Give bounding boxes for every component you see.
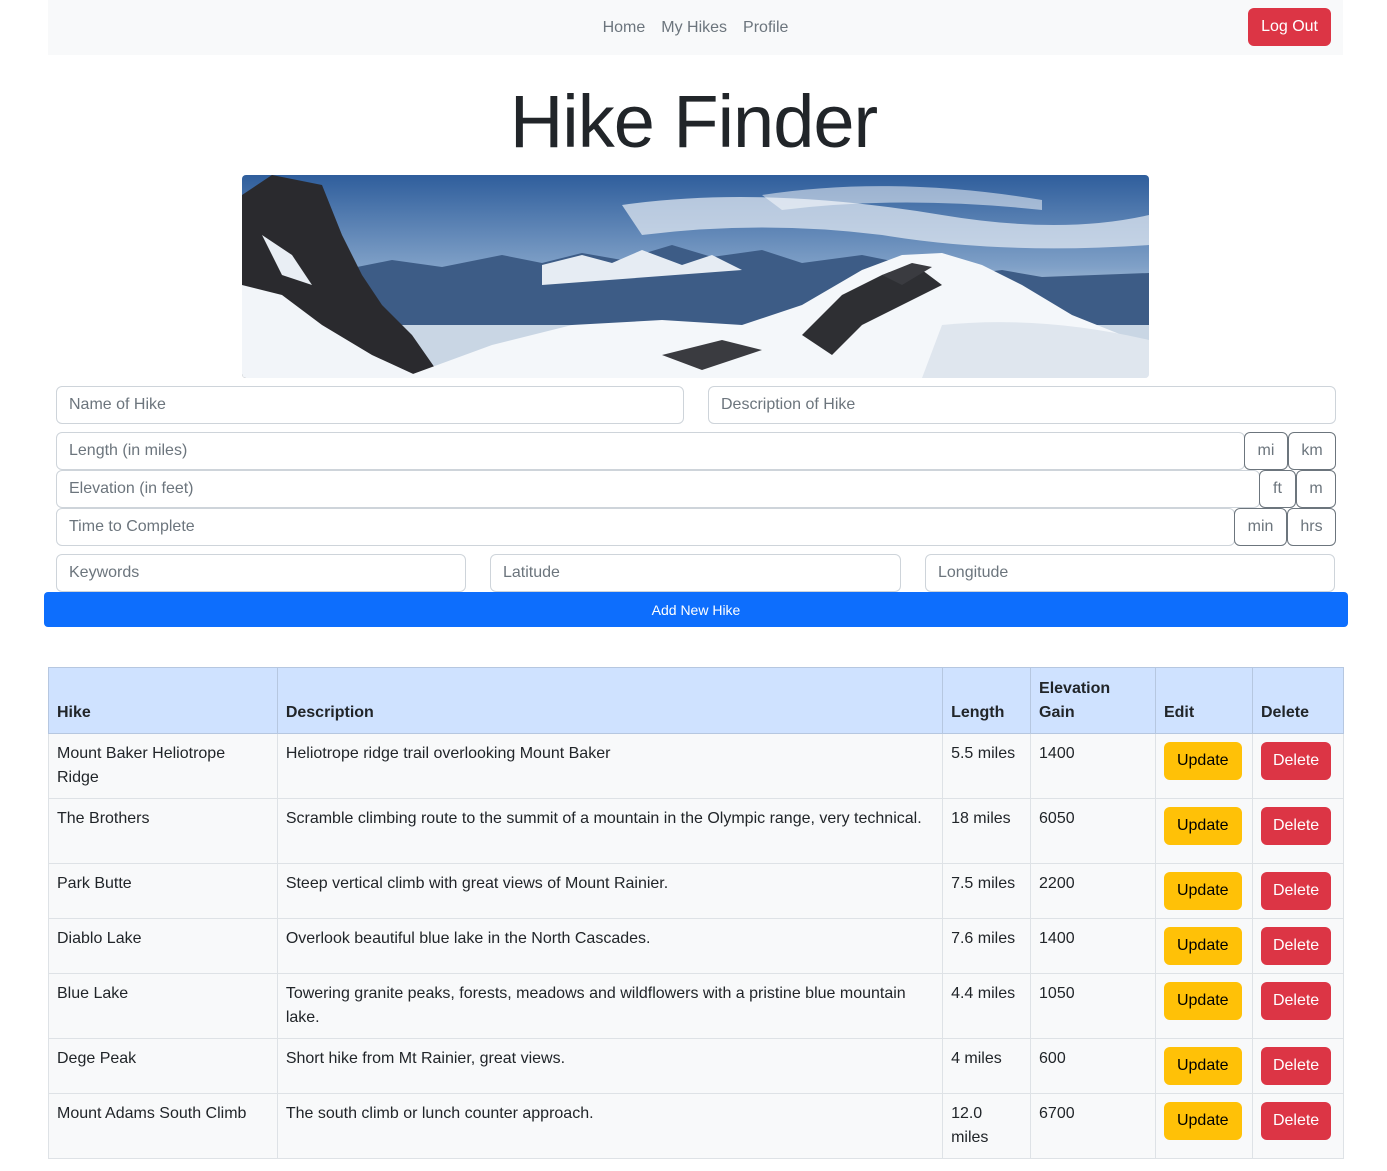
longitude-input[interactable] <box>925 554 1335 592</box>
keywords-input[interactable] <box>56 554 466 592</box>
hike-elevation: 1050 <box>1030 973 1156 1039</box>
unit-km-button[interactable]: km <box>1288 432 1336 470</box>
nav-link-my-hikes[interactable]: My Hikes <box>661 19 727 37</box>
table-row: Dege Peak Short hike from Mt Rainier, gr… <box>48 1038 1345 1094</box>
delete-button[interactable]: Delete <box>1260 982 1332 1020</box>
update-button[interactable]: Update <box>1163 807 1242 845</box>
delete-cell: Delete <box>1251 733 1345 799</box>
hike-description: Towering granite peaks, forests, meadows… <box>276 973 944 1039</box>
hike-length: 7.6 miles <box>942 918 1032 974</box>
nav-link-home[interactable]: Home <box>603 19 646 37</box>
delete-button[interactable]: Delete <box>1260 1047 1332 1085</box>
length-input[interactable] <box>56 432 1245 470</box>
hike-length: 4.4 miles <box>942 973 1032 1039</box>
hike-elevation: 600 <box>1030 1038 1156 1094</box>
update-button[interactable]: Update <box>1163 982 1242 1020</box>
hike-name: Mount Adams South Climb <box>48 1093 278 1159</box>
unit-hrs-button[interactable]: hrs <box>1287 508 1336 546</box>
table-row: The Brothers Scramble climbing route to … <box>48 798 1345 864</box>
table-row: Mount Baker Heliotrope Ridge Heliotrope … <box>48 733 1345 799</box>
header-description: Description <box>276 667 944 734</box>
hero-mountain-image <box>242 175 1149 378</box>
delete-cell: Delete <box>1251 918 1345 974</box>
header-edit: Edit <box>1154 667 1253 734</box>
delete-button[interactable]: Delete <box>1260 1102 1332 1140</box>
update-button[interactable]: Update <box>1163 927 1242 965</box>
delete-button[interactable]: Delete <box>1260 927 1332 965</box>
hikes-table: Hike Description Length Elevation Gain E… <box>48 667 1345 1159</box>
update-button[interactable]: Update <box>1163 1102 1242 1140</box>
hike-description: Short hike from Mt Rainier, great views. <box>276 1038 944 1094</box>
hike-name: Dege Peak <box>48 1038 278 1094</box>
hike-length: 7.5 miles <box>942 863 1032 919</box>
logout-button[interactable]: Log Out <box>1248 8 1331 46</box>
delete-button[interactable]: Delete <box>1260 872 1332 910</box>
header-elevation-gain: Elevation Gain <box>1030 667 1156 734</box>
table-row: Park Butte Steep vertical climb with gre… <box>48 863 1345 919</box>
hike-description: Steep vertical climb with great views of… <box>276 863 944 919</box>
hike-name: Blue Lake <box>48 973 278 1039</box>
delete-cell: Delete <box>1251 798 1345 864</box>
hike-description: Overlook beautiful blue lake in the Nort… <box>276 918 944 974</box>
unit-mi-button[interactable]: mi <box>1244 432 1288 470</box>
nav-links: Home My Hikes Profile <box>48 0 1343 55</box>
delete-cell: Delete <box>1251 1093 1345 1159</box>
hike-elevation: 1400 <box>1030 733 1156 799</box>
hike-elevation: 6050 <box>1030 798 1156 864</box>
delete-button[interactable]: Delete <box>1260 742 1332 780</box>
edit-cell: Update <box>1154 1038 1253 1094</box>
hike-length: 5.5 miles <box>942 733 1032 799</box>
edit-cell: Update <box>1154 733 1253 799</box>
delete-cell: Delete <box>1251 1038 1345 1094</box>
update-button[interactable]: Update <box>1163 742 1242 780</box>
unit-m-button[interactable]: m <box>1296 470 1336 508</box>
header-delete: Delete <box>1251 667 1345 734</box>
navbar: Home My Hikes Profile Log Out <box>48 0 1343 55</box>
edit-cell: Update <box>1154 798 1253 864</box>
hike-elevation: 2200 <box>1030 863 1156 919</box>
add-new-hike-button[interactable]: Add New Hike <box>44 592 1348 627</box>
hike-name: Mount Baker Heliotrope Ridge <box>48 733 278 799</box>
edit-cell: Update <box>1154 863 1253 919</box>
hike-length: 4 miles <box>942 1038 1032 1094</box>
hike-name: The Brothers <box>48 798 278 864</box>
hike-elevation: 1400 <box>1030 918 1156 974</box>
hike-name: Park Butte <box>48 863 278 919</box>
hike-description: The south climb or lunch counter approac… <box>276 1093 944 1159</box>
hike-name-input[interactable] <box>56 386 684 424</box>
hike-elevation: 6700 <box>1030 1093 1156 1159</box>
hike-description-input[interactable] <box>708 386 1336 424</box>
latitude-input[interactable] <box>490 554 901 592</box>
edit-cell: Update <box>1154 1093 1253 1159</box>
update-button[interactable]: Update <box>1163 1047 1242 1085</box>
update-button[interactable]: Update <box>1163 872 1242 910</box>
page-title: Hike Finder <box>509 80 878 163</box>
edit-cell: Update <box>1154 973 1253 1039</box>
hike-description: Heliotrope ridge trail overlooking Mount… <box>276 733 944 799</box>
elevation-input[interactable] <box>56 470 1260 508</box>
delete-cell: Delete <box>1251 973 1345 1039</box>
delete-button[interactable]: Delete <box>1260 807 1332 845</box>
nav-link-profile[interactable]: Profile <box>743 19 788 37</box>
table-row: Diablo Lake Overlook beautiful blue lake… <box>48 918 1345 974</box>
table-header-row: Hike Description Length Elevation Gain E… <box>48 667 1345 734</box>
time-input[interactable] <box>56 508 1235 546</box>
table-row: Blue Lake Towering granite peaks, forest… <box>48 973 1345 1039</box>
unit-min-button[interactable]: min <box>1234 508 1287 546</box>
hike-length: 12.0 miles <box>942 1093 1032 1159</box>
header-length: Length <box>942 667 1032 734</box>
unit-ft-button[interactable]: ft <box>1259 470 1296 508</box>
edit-cell: Update <box>1154 918 1253 974</box>
header-hike: Hike <box>48 667 278 734</box>
table-row: Mount Adams South Climb The south climb … <box>48 1093 1345 1159</box>
hike-name: Diablo Lake <box>48 918 278 974</box>
hike-length: 18 miles <box>942 798 1032 864</box>
hike-description: Scramble climbing route to the summit of… <box>276 798 944 864</box>
delete-cell: Delete <box>1251 863 1345 919</box>
